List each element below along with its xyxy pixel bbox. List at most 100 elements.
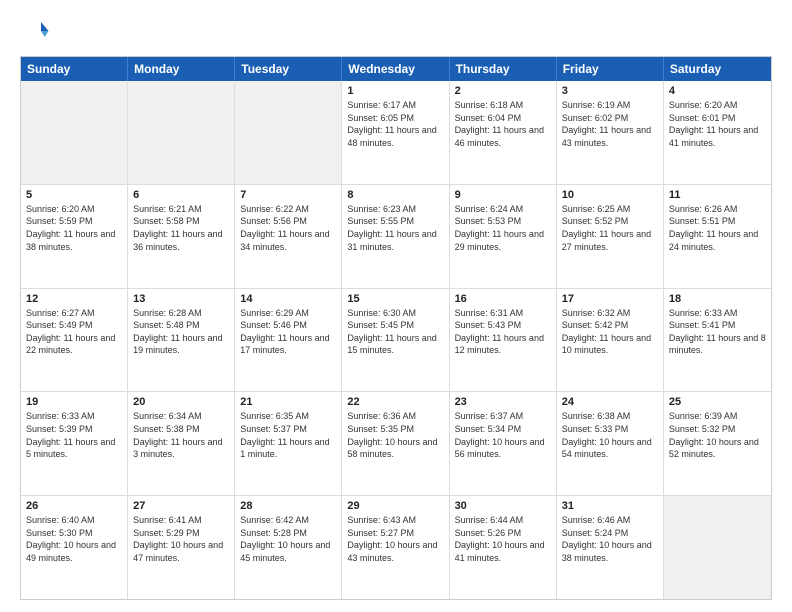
cell-content: Sunrise: 6:19 AMSunset: 6:02 PMDaylight:… xyxy=(562,99,658,149)
cal-cell-empty xyxy=(235,81,342,184)
day-number: 21 xyxy=(240,396,336,408)
cell-content: Sunrise: 6:37 AMSunset: 5:34 PMDaylight:… xyxy=(455,410,551,460)
cal-cell-day-11: 11 Sunrise: 6:26 AMSunset: 5:51 PMDayligh… xyxy=(664,185,771,288)
cell-content: Sunrise: 6:24 AMSunset: 5:53 PMDaylight:… xyxy=(455,203,551,253)
day-number: 11 xyxy=(669,189,766,201)
day-number: 9 xyxy=(455,189,551,201)
day-number: 10 xyxy=(562,189,658,201)
day-number: 22 xyxy=(347,396,443,408)
cal-cell-day-26: 26Sunrise: 6:40 AMSunset: 5:30 PMDayligh… xyxy=(21,496,128,599)
day-number: 25 xyxy=(669,396,766,408)
cell-content: Sunrise: 6:39 AMSunset: 5:32 PMDaylight:… xyxy=(669,410,766,460)
day-number: 7 xyxy=(240,189,336,201)
cal-cell-day-29: 29 Sunrise: 6:43 AMSunset: 5:27 PMDayligh… xyxy=(342,496,449,599)
cell-content: Sunrise: 6:33 AMSunset: 5:39 PMDaylight:… xyxy=(26,410,122,460)
cal-cell-day-27: 27 Sunrise: 6:41 AMSunset: 5:29 PMDayligh… xyxy=(128,496,235,599)
cal-cell-day-30: 30Sunrise: 6:44 AMSunset: 5:26 PMDayligh… xyxy=(450,496,557,599)
cell-content: Sunrise: 6:17 AMSunset: 6:05 PMDaylight:… xyxy=(347,99,443,149)
cell-content: Sunrise: 6:30 AMSunset: 5:45 PMDaylight:… xyxy=(347,307,443,357)
cal-cell-day-2: 2 Sunrise: 6:18 AMSunset: 6:04 PMDaylight… xyxy=(450,81,557,184)
day-number: 2 xyxy=(455,85,551,97)
cell-content: Sunrise: 6:41 AMSunset: 5:29 PMDaylight:… xyxy=(133,514,229,564)
cell-content: Sunrise: 6:32 AMSunset: 5:42 PMDaylight:… xyxy=(562,307,658,357)
cal-header-thursday: Thursday xyxy=(450,57,557,81)
cell-content: Sunrise: 6:35 AMSunset: 5:37 PMDaylight:… xyxy=(240,410,336,460)
day-number: 17 xyxy=(562,293,658,305)
cell-content: Sunrise: 6:28 AMSunset: 5:48 PMDaylight:… xyxy=(133,307,229,357)
day-number: 31 xyxy=(562,500,658,512)
day-number: 16 xyxy=(455,293,551,305)
cal-cell-day-4: 4Sunrise: 6:20 AMSunset: 6:01 PMDaylight… xyxy=(664,81,771,184)
cell-content: Sunrise: 6:18 AMSunset: 6:04 PMDaylight:… xyxy=(455,99,551,149)
cal-cell-day-24: 24Sunrise: 6:38 AMSunset: 5:33 PMDayligh… xyxy=(557,392,664,495)
day-number: 28 xyxy=(240,500,336,512)
cell-content: Sunrise: 6:36 AMSunset: 5:35 PMDaylight:… xyxy=(347,410,443,460)
cell-content: Sunrise: 6:23 AMSunset: 5:55 PMDaylight:… xyxy=(347,203,443,253)
cal-week-2: 5Sunrise: 6:20 AMSunset: 5:59 PMDaylight… xyxy=(21,185,771,289)
cell-content: Sunrise: 6:43 AMSunset: 5:27 PMDaylight:… xyxy=(347,514,443,564)
cell-content: Sunrise: 6:27 AMSunset: 5:49 PMDaylight:… xyxy=(26,307,122,357)
cell-content: Sunrise: 6:26 AMSunset: 5:51 PMDaylight:… xyxy=(669,203,766,253)
cell-content: Sunrise: 6:21 AMSunset: 5:58 PMDaylight:… xyxy=(133,203,229,253)
cal-week-4: 19 Sunrise: 6:33 AMSunset: 5:39 PMDayligh… xyxy=(21,392,771,496)
cal-cell-empty xyxy=(664,496,771,599)
day-number: 15 xyxy=(347,293,443,305)
header xyxy=(20,16,772,46)
cal-cell-empty xyxy=(21,81,128,184)
day-number: 4 xyxy=(669,85,766,97)
logo-icon xyxy=(20,16,50,46)
cal-header-tuesday: Tuesday xyxy=(235,57,342,81)
cal-week-3: 12 Sunrise: 6:27 AMSunset: 5:49 PMDayligh… xyxy=(21,289,771,393)
day-number: 3 xyxy=(562,85,658,97)
cal-cell-day-3: 3 Sunrise: 6:19 AMSunset: 6:02 PMDaylight… xyxy=(557,81,664,184)
cal-cell-day-10: 10 Sunrise: 6:25 AMSunset: 5:52 PMDayligh… xyxy=(557,185,664,288)
cal-cell-day-7: 7Sunrise: 6:22 AMSunset: 5:56 PMDaylight… xyxy=(235,185,342,288)
cal-header-saturday: Saturday xyxy=(664,57,771,81)
cal-header-monday: Monday xyxy=(128,57,235,81)
cal-cell-day-8: 8Sunrise: 6:23 AMSunset: 5:55 PMDaylight… xyxy=(342,185,449,288)
cal-cell-day-22: 22 Sunrise: 6:36 AMSunset: 5:35 PMDayligh… xyxy=(342,392,449,495)
cal-cell-day-6: 6 Sunrise: 6:21 AMSunset: 5:58 PMDaylight… xyxy=(128,185,235,288)
cell-content: Sunrise: 6:31 AMSunset: 5:43 PMDaylight:… xyxy=(455,307,551,357)
cal-cell-day-9: 9 Sunrise: 6:24 AMSunset: 5:53 PMDaylight… xyxy=(450,185,557,288)
cal-cell-day-12: 12 Sunrise: 6:27 AMSunset: 5:49 PMDayligh… xyxy=(21,289,128,392)
cal-cell-day-25: 25 Sunrise: 6:39 AMSunset: 5:32 PMDayligh… xyxy=(664,392,771,495)
day-number: 27 xyxy=(133,500,229,512)
day-number: 24 xyxy=(562,396,658,408)
page: SundayMondayTuesdayWednesdayThursdayFrid… xyxy=(0,0,792,612)
cal-header-friday: Friday xyxy=(557,57,664,81)
cal-cell-day-18: 18 Sunrise: 6:33 AMSunset: 5:41 PMDayligh… xyxy=(664,289,771,392)
cell-content: Sunrise: 6:29 AMSunset: 5:46 PMDaylight:… xyxy=(240,307,336,357)
day-number: 20 xyxy=(133,396,229,408)
calendar: SundayMondayTuesdayWednesdayThursdayFrid… xyxy=(20,56,772,600)
calendar-header-row: SundayMondayTuesdayWednesdayThursdayFrid… xyxy=(21,57,771,81)
calendar-body: 1 Sunrise: 6:17 AMSunset: 6:05 PMDaylight… xyxy=(21,81,771,599)
cal-cell-day-5: 5Sunrise: 6:20 AMSunset: 5:59 PMDaylight… xyxy=(21,185,128,288)
cell-content: Sunrise: 6:25 AMSunset: 5:52 PMDaylight:… xyxy=(562,203,658,253)
day-number: 19 xyxy=(26,396,122,408)
cal-cell-day-16: 16 Sunrise: 6:31 AMSunset: 5:43 PMDayligh… xyxy=(450,289,557,392)
cell-content: Sunrise: 6:34 AMSunset: 5:38 PMDaylight:… xyxy=(133,410,229,460)
day-number: 29 xyxy=(347,500,443,512)
cal-cell-day-19: 19 Sunrise: 6:33 AMSunset: 5:39 PMDayligh… xyxy=(21,392,128,495)
cal-cell-day-20: 20 Sunrise: 6:34 AMSunset: 5:38 PMDayligh… xyxy=(128,392,235,495)
cal-week-1: 1 Sunrise: 6:17 AMSunset: 6:05 PMDaylight… xyxy=(21,81,771,185)
cal-cell-day-13: 13Sunrise: 6:28 AMSunset: 5:48 PMDayligh… xyxy=(128,289,235,392)
day-number: 12 xyxy=(26,293,122,305)
cell-content: Sunrise: 6:46 AMSunset: 5:24 PMDaylight:… xyxy=(562,514,658,564)
day-number: 18 xyxy=(669,293,766,305)
day-number: 14 xyxy=(240,293,336,305)
cal-header-wednesday: Wednesday xyxy=(342,57,449,81)
day-number: 1 xyxy=(347,85,443,97)
cal-week-5: 26Sunrise: 6:40 AMSunset: 5:30 PMDayligh… xyxy=(21,496,771,599)
cal-cell-day-1: 1 Sunrise: 6:17 AMSunset: 6:05 PMDaylight… xyxy=(342,81,449,184)
cell-content: Sunrise: 6:33 AMSunset: 5:41 PMDaylight:… xyxy=(669,307,766,357)
cal-cell-day-28: 28Sunrise: 6:42 AMSunset: 5:28 PMDayligh… xyxy=(235,496,342,599)
cal-cell-day-15: 15 Sunrise: 6:30 AMSunset: 5:45 PMDayligh… xyxy=(342,289,449,392)
day-number: 6 xyxy=(133,189,229,201)
cal-cell-day-23: 23Sunrise: 6:37 AMSunset: 5:34 PMDayligh… xyxy=(450,392,557,495)
cal-cell-day-21: 21 Sunrise: 6:35 AMSunset: 5:37 PMDayligh… xyxy=(235,392,342,495)
day-number: 5 xyxy=(26,189,122,201)
day-number: 26 xyxy=(26,500,122,512)
cal-header-sunday: Sunday xyxy=(21,57,128,81)
